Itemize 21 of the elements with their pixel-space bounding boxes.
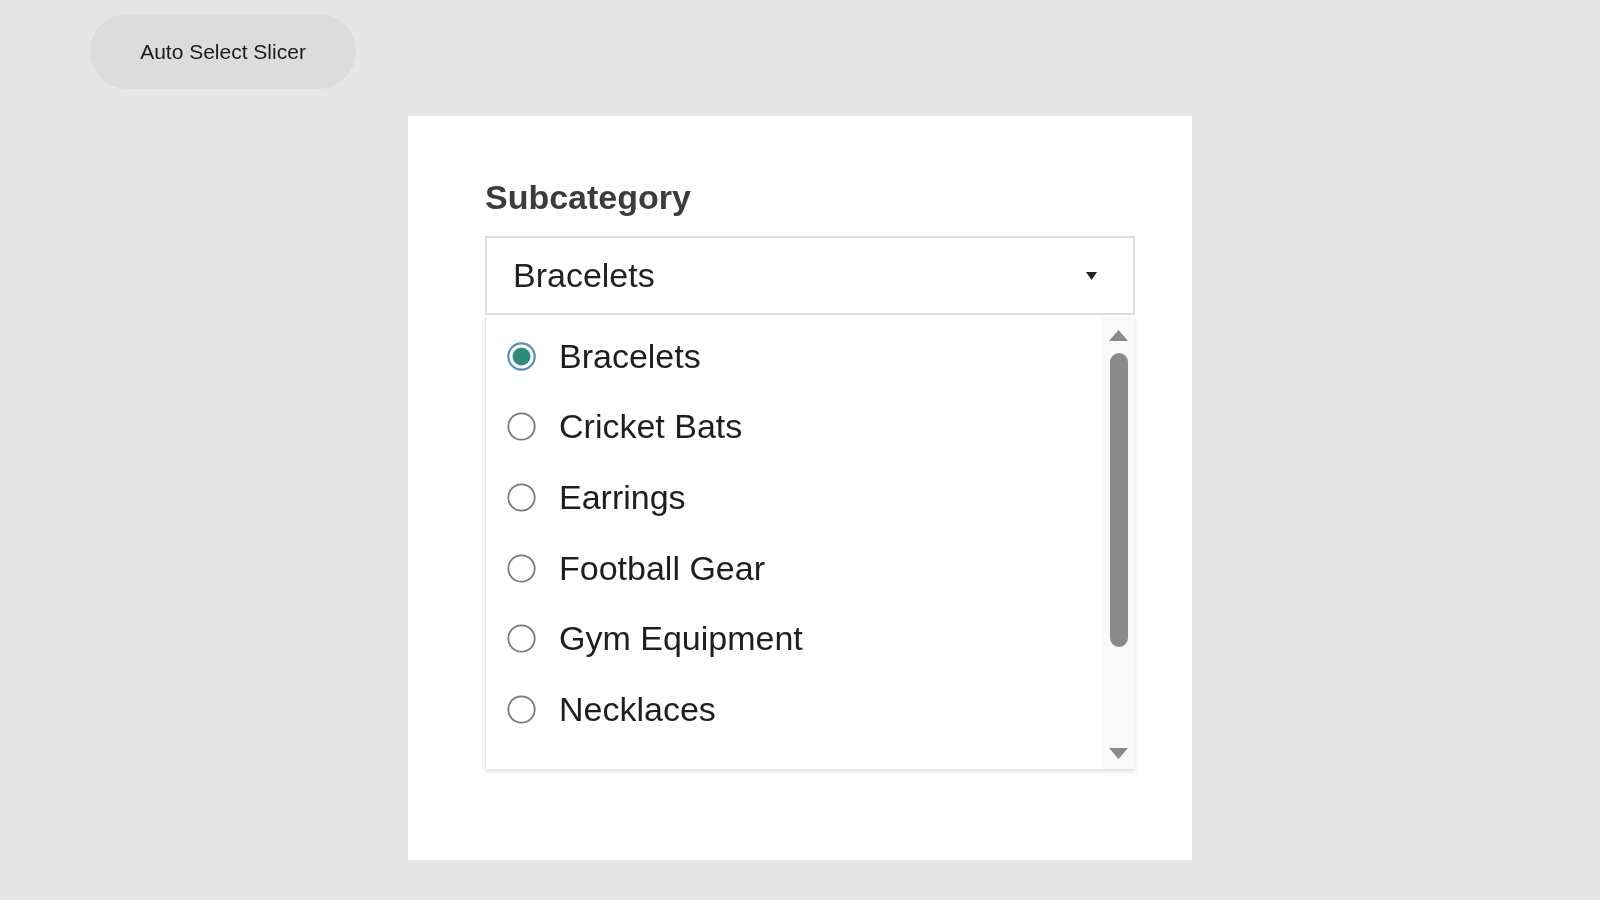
option-label[interactable]: Cricket Bats — [559, 407, 743, 447]
slicer-title: Subcategory — [485, 177, 691, 217]
radio-icon[interactable] — [507, 694, 536, 724]
dropdown-field[interactable]: Bracelets — [485, 236, 1135, 315]
radio-icon[interactable] — [507, 412, 536, 442]
scroll-down-icon[interactable] — [1109, 748, 1128, 759]
scrollbar[interactable] — [1102, 317, 1135, 769]
radio-icon[interactable] — [507, 483, 536, 512]
radio-icon[interactable] — [507, 553, 536, 583]
scrollbar-thumb[interactable] — [1109, 353, 1128, 647]
radio-icon[interactable] — [507, 624, 536, 654]
option-label[interactable]: Bracelets — [559, 336, 701, 376]
auto-select-slicer-button[interactable]: Auto Select Slicer — [90, 14, 356, 89]
option-label[interactable]: Necklaces — [559, 689, 716, 729]
radio-selected-icon[interactable] — [507, 341, 536, 371]
scroll-up-icon[interactable] — [1109, 330, 1128, 341]
caret-icon — [1086, 271, 1097, 280]
dropdown-value: Bracelets — [513, 256, 655, 295]
option-label[interactable]: Gym Equipment — [559, 619, 803, 659]
option-label[interactable]: Football Gear — [559, 548, 765, 588]
option-label[interactable]: Earrings — [559, 478, 686, 517]
